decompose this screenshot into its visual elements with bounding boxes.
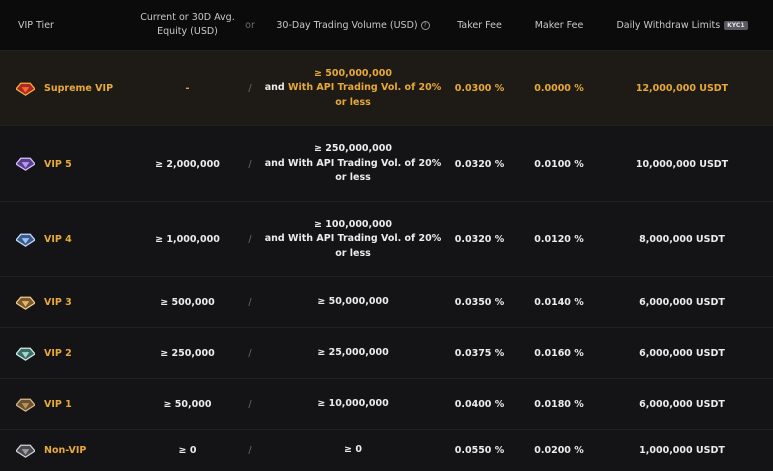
volume-threshold: ≥ 500,000,000 (314, 67, 392, 79)
header-taker-fee: Taker Fee (457, 19, 502, 31)
maker-fee-cell: 0.0000 % (534, 83, 584, 94)
tier-cell: Non-VIP (16, 430, 146, 471)
header-withdraw-limits: Daily Withdraw Limits KYC1 (612, 0, 752, 50)
tier-cell: VIP 4 (16, 202, 146, 277)
withdraw-limit-cell: 12,000,000 USDT (635, 83, 729, 94)
maker-fee-cell: 0.0100 % (534, 158, 584, 170)
tier-cell: VIP 5 (16, 126, 146, 202)
equity-cell: ≥ 0 (178, 445, 197, 456)
equity-cell: ≥ 50,000 (163, 399, 212, 410)
or-separator: / (248, 297, 252, 308)
volume-cell: ≥ 50,000,000 (317, 296, 389, 308)
volume-cell: ≥ 25,000,000 (317, 347, 389, 359)
or-separator: / (248, 445, 252, 456)
tier-name: VIP 3 (44, 297, 72, 308)
tier-name: VIP 5 (44, 158, 72, 170)
volume-threshold: ≥ 100,000,000 (314, 218, 392, 230)
tier-cell: VIP 2 (16, 328, 146, 379)
table-row-vip4: VIP 4 ≥ 1,000,000 / ≥ 100,000,000 and Wi… (0, 201, 773, 277)
volume-cell: ≥ 250,000,000 and With API Trading Vol. … (262, 126, 444, 202)
equity-cell: - (185, 83, 190, 94)
volume-cell: ≥ 500,000,000 and With API Trading Vol. … (262, 51, 444, 126)
equity-cell: ≥ 1,000,000 (155, 234, 220, 245)
taker-fee-cell: 0.0300 % (454, 83, 505, 94)
tier-cell: VIP 1 (16, 379, 146, 430)
volume-value: ≥ 250,000,000 and With API Trading Vol. … (262, 142, 444, 186)
volume-cell: ≥ 0 (344, 444, 362, 456)
withdraw-limit-cell: 8,000,000 USDT (639, 234, 725, 245)
taker-fee-cell: 0.0350 % (454, 297, 505, 308)
taker-fee-cell: 0.0320 % (454, 234, 505, 245)
withdraw-limit-cell: 6,000,000 USDT (639, 348, 725, 359)
or-separator: / (248, 158, 252, 170)
volume-api-condition: With API Trading Vol. of 20% or less (288, 82, 442, 108)
volume-api-condition: and With API Trading Vol. of 20% or less (264, 233, 442, 259)
table-row-vip1: VIP 1 ≥ 50,000 / ≥ 10,000,000 0.0400 % 0… (0, 378, 773, 430)
info-icon[interactable]: ? (420, 20, 430, 30)
vip-fee-table: VIP Tier Current or 30D Avg. Equity (USD… (0, 0, 773, 471)
supreme-gem-icon (16, 82, 35, 96)
taker-fee-cell: 0.0375 % (454, 348, 505, 359)
tier-cell: Supreme VIP (16, 51, 146, 126)
table-row-non-vip: Non-VIP ≥ 0 / ≥ 0 0.0550 % 0.0200 % 1,00… (0, 429, 773, 471)
taker-fee-cell: 0.0400 % (454, 399, 505, 410)
header-equity: Current or 30D Avg. Equity (USD) (140, 12, 235, 37)
maker-fee-cell: 0.0200 % (534, 445, 584, 456)
withdraw-limit-cell: 10,000,000 USDT (635, 158, 729, 170)
volume-cell: ≥ 100,000,000 and With API Trading Vol. … (262, 202, 444, 277)
withdraw-limit-cell: 6,000,000 USDT (639, 297, 725, 308)
maker-fee-cell: 0.0140 % (534, 297, 584, 308)
header-trading-volume: 30-Day Trading Volume (USD) ? (262, 0, 444, 50)
withdraw-limit-cell: 1,000,000 USDT (639, 445, 725, 456)
table-row-vip3: VIP 3 ≥ 500,000 / ≥ 50,000,000 0.0350 % … (0, 276, 773, 328)
taker-fee-cell: 0.0320 % (454, 158, 505, 170)
header-trading-volume-label: 30-Day Trading Volume (USD) (276, 19, 418, 31)
tier-cell: VIP 3 (16, 277, 146, 328)
non-vip-gem-icon (16, 444, 35, 458)
maker-fee-cell: 0.0180 % (534, 399, 584, 410)
or-separator: / (248, 399, 252, 410)
vip1-gem-icon (16, 398, 35, 412)
table-header: VIP Tier Current or 30D Avg. Equity (USD… (0, 0, 773, 50)
table-row-supreme-vip: Supreme VIP - / ≥ 500,000,000 and With A… (0, 50, 773, 126)
header-maker-fee: Maker Fee (534, 19, 584, 31)
vip2-gem-icon (16, 347, 35, 361)
vip3-gem-icon (16, 296, 35, 310)
or-separator: / (248, 348, 252, 359)
withdraw-limit-cell: 6,000,000 USDT (639, 399, 725, 410)
header-or: or (245, 19, 255, 31)
tier-name: Non-VIP (44, 445, 87, 456)
header-vip-tier: VIP Tier (18, 19, 54, 31)
header-withdraw-limits-label: Daily Withdraw Limits (616, 19, 721, 31)
or-separator: / (248, 234, 252, 245)
volume-api-condition: and With API Trading Vol. of 20% or less (264, 157, 442, 184)
volume-threshold: ≥ 250,000,000 (314, 143, 392, 155)
maker-fee-cell: 0.0160 % (534, 348, 584, 359)
table-row-vip5: VIP 5 ≥ 2,000,000 / ≥ 250,000,000 and Wi… (0, 125, 773, 202)
maker-fee-cell: 0.0120 % (534, 234, 584, 245)
volume-value: ≥ 100,000,000 and With API Trading Vol. … (262, 218, 444, 262)
kyc-badge: KYC1 (724, 20, 748, 30)
volume-and: and (264, 82, 289, 94)
volume-value: ≥ 500,000,000 and With API Trading Vol. … (262, 67, 444, 111)
volume-cell: ≥ 10,000,000 (317, 398, 389, 410)
equity-cell: ≥ 2,000,000 (155, 158, 220, 170)
equity-cell: ≥ 250,000 (160, 348, 215, 359)
tier-name: Supreme VIP (44, 83, 114, 94)
tier-name: VIP 1 (44, 399, 72, 410)
vip4-gem-icon (16, 233, 35, 247)
tier-name: VIP 4 (44, 234, 72, 245)
equity-cell: ≥ 500,000 (160, 297, 215, 308)
table-row-vip2: VIP 2 ≥ 250,000 / ≥ 25,000,000 0.0375 % … (0, 327, 773, 379)
taker-fee-cell: 0.0550 % (454, 445, 505, 456)
vip5-gem-icon (16, 157, 35, 171)
or-separator: / (248, 83, 252, 94)
tier-name: VIP 2 (44, 348, 72, 359)
